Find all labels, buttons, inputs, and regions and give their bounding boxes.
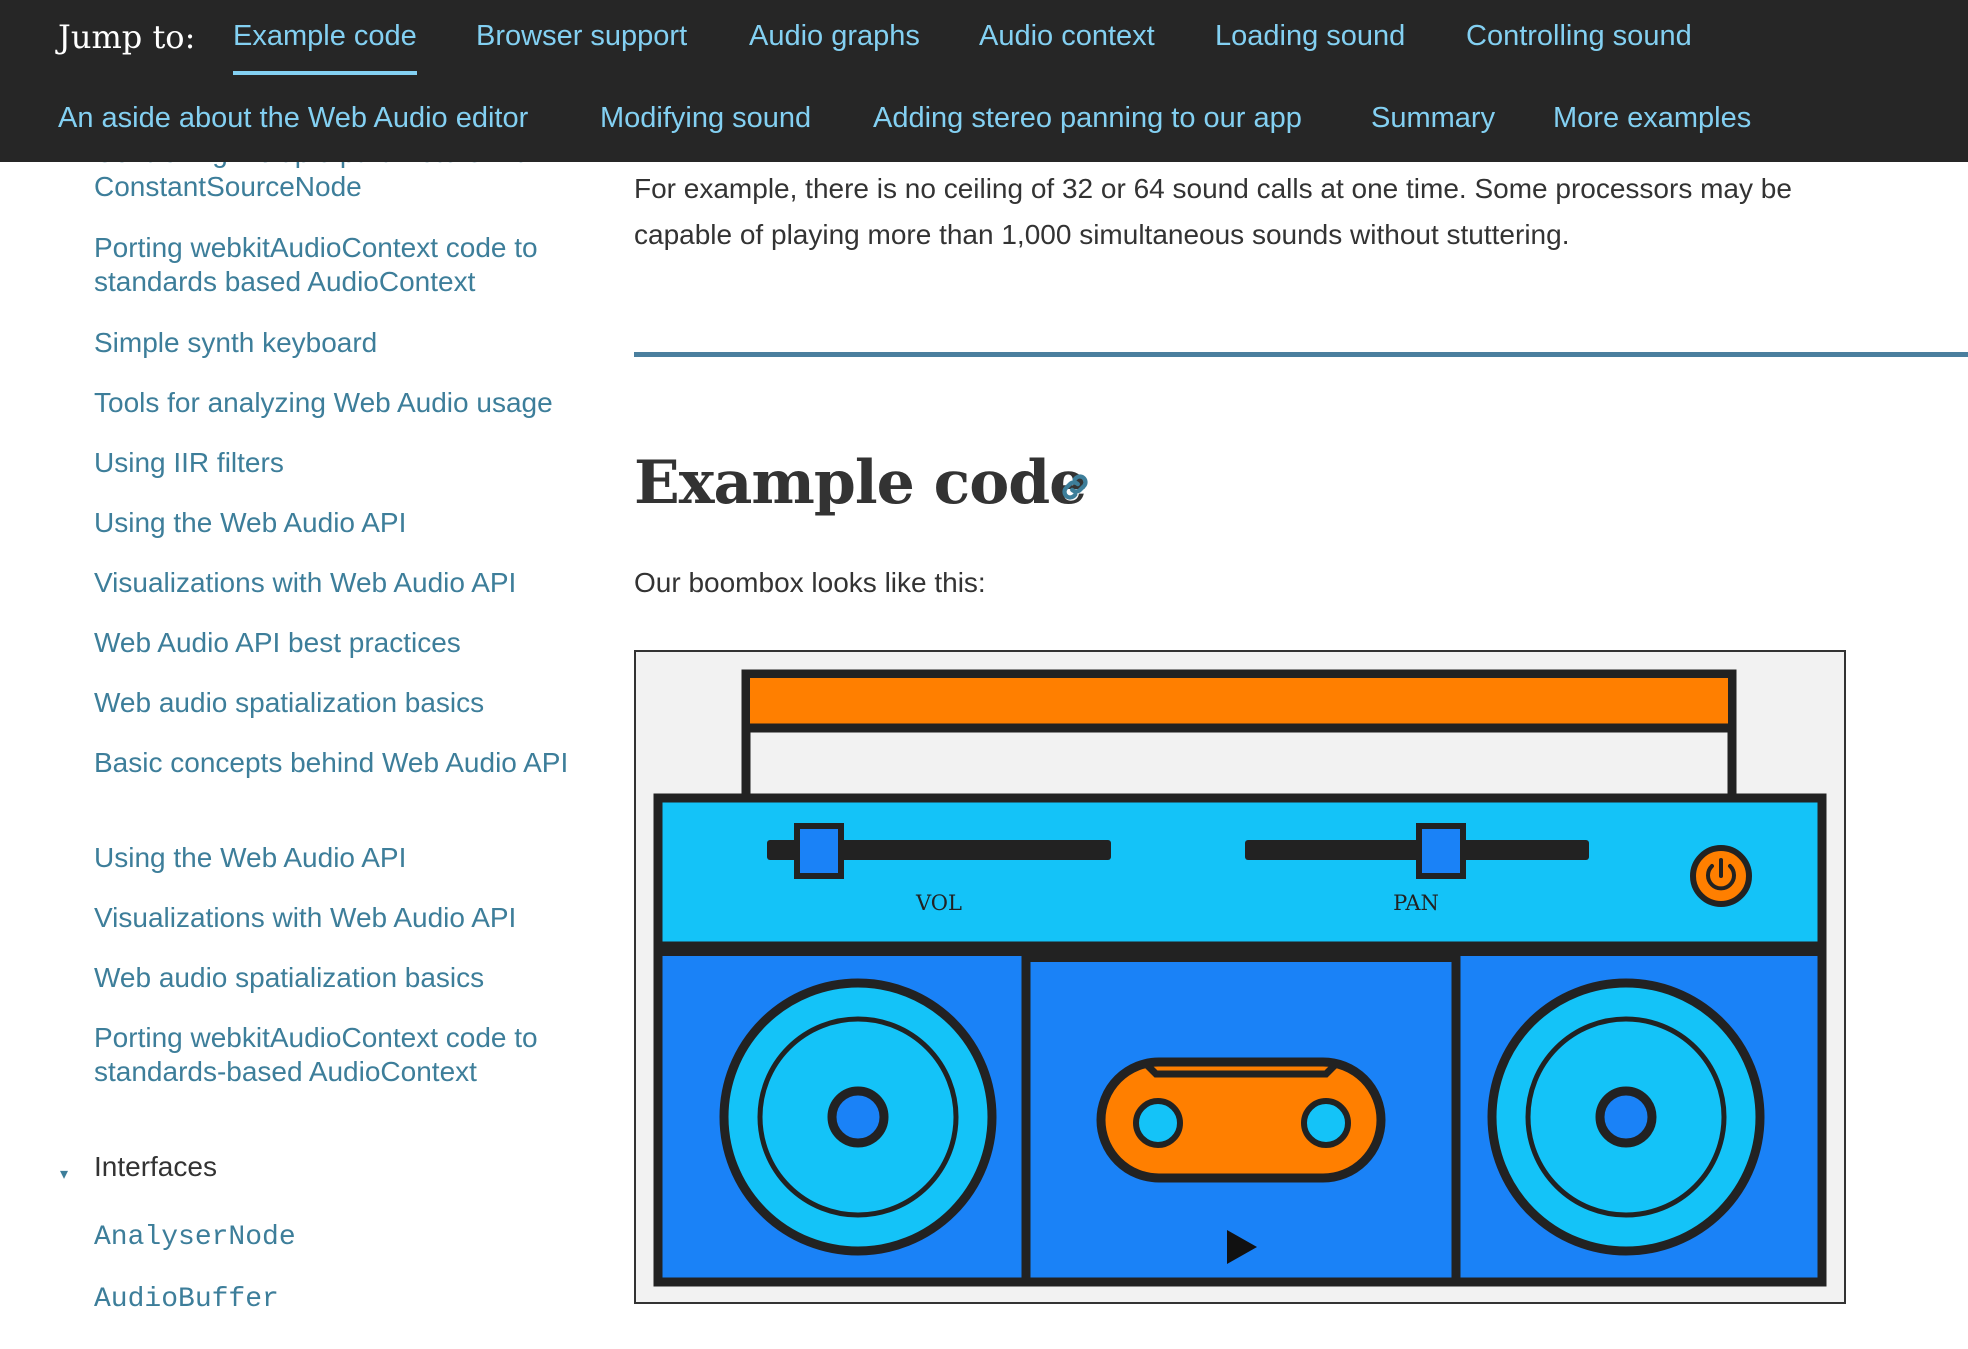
sidebar-item-porting-standards[interactable]: Porting webkitAudioContext code to stand… <box>94 1021 594 1089</box>
jump-link-stereo-panning[interactable]: Adding stereo panning to our app <box>873 102 1302 135</box>
sidebar-item-best-practices[interactable]: Web Audio API best practices <box>94 626 594 660</box>
vol-slider-thumb[interactable] <box>794 823 844 879</box>
right-speaker <box>1487 978 1765 1256</box>
cassette <box>1096 1057 1386 1183</box>
sidebar: Controlling multiple parameters with Con… <box>0 130 600 1349</box>
sidebar-item-visualizations-2[interactable]: Visualizations with Web Audio API <box>94 901 594 935</box>
jump-to-label: Jump to: <box>58 18 196 56</box>
pan-slider-thumb[interactable] <box>1416 823 1466 879</box>
page-heading: Example code <box>634 448 1087 518</box>
section-title-interfaces[interactable]: Interfaces <box>94 1151 217 1183</box>
jump-link-controlling-sound[interactable]: Controlling sound <box>1466 20 1692 53</box>
sidebar-item-analysernode[interactable]: AnalyserNode <box>94 1221 594 1255</box>
jump-link-summary[interactable]: Summary <box>1371 102 1495 135</box>
section-divider <box>634 352 1968 357</box>
boombox-illustration: VOL PAN <box>653 669 1827 1287</box>
jump-to-bar: Jump to: Example code Browser support Au… <box>0 0 1968 162</box>
jump-link-audio-graphs[interactable]: Audio graphs <box>749 20 920 53</box>
intro-paragraph: For example, there is no ceiling of 32 o… <box>634 173 1792 250</box>
jump-link-more-examples[interactable]: More examples <box>1553 102 1751 135</box>
sidebar-item-visualizations[interactable]: Visualizations with Web Audio API <box>94 566 594 600</box>
chevron-down-icon[interactable]: ▾ <box>60 1164 68 1184</box>
sidebar-item-tools-analyzing[interactable]: Tools for analyzing Web Audio usage <box>94 386 594 420</box>
sidebar-item-basic-concepts[interactable]: Basic concepts behind Web Audio API <box>94 746 594 780</box>
boombox-handle-bar <box>750 678 1728 726</box>
sidebar-item-simple-synth[interactable]: Simple synth keyboard <box>94 326 594 360</box>
jump-link-example-code[interactable]: Example code <box>233 20 417 75</box>
jump-link-loading-sound[interactable]: Loading sound <box>1215 20 1405 53</box>
boombox-frame: VOL PAN <box>634 650 1846 1304</box>
jump-link-browser-support[interactable]: Browser support <box>476 20 687 53</box>
sidebar-item-iir-filters[interactable]: Using IIR filters <box>94 446 594 480</box>
main-content: For example, there is no ceiling of 32 o… <box>634 130 1968 1349</box>
vol-label: VOL <box>915 891 962 915</box>
sidebar-item-porting-webkit[interactable]: Porting webkitAudioContext code to stand… <box>94 231 594 299</box>
sidebar-item-using-web-audio[interactable]: Using the Web Audio API <box>94 506 594 540</box>
sidebar-item-audiobuffer[interactable]: AudioBuffer <box>94 1283 594 1317</box>
sidebar-item-spatialization-2[interactable]: Web audio spatialization basics <box>94 961 594 995</box>
jump-link-modifying-sound[interactable]: Modifying sound <box>600 102 811 135</box>
link-icon[interactable] <box>1058 470 1092 504</box>
left-speaker <box>719 978 997 1256</box>
pan-label: PAN <box>1393 891 1439 915</box>
lead-paragraph: Our boombox looks like this: <box>634 567 986 598</box>
jump-link-audio-context[interactable]: Audio context <box>979 20 1155 53</box>
sidebar-item-using-web-audio-2[interactable]: Using the Web Audio API <box>94 841 594 875</box>
sidebar-item-spatialization[interactable]: Web audio spatialization basics <box>94 686 594 720</box>
power-button-icon[interactable] <box>1690 845 1752 907</box>
jump-link-web-audio-editor[interactable]: An aside about the Web Audio editor <box>58 102 528 135</box>
